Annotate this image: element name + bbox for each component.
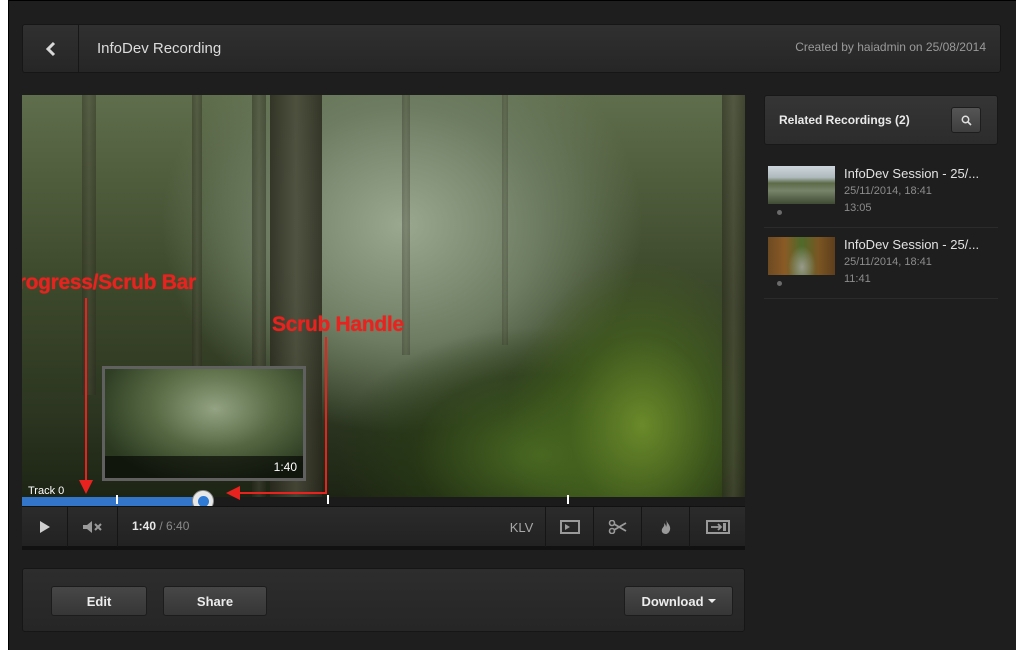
track-label: Track 0 [28,485,65,497]
recording-duration: 13:05 [844,202,872,214]
related-recording-item[interactable]: InfoDev Session - 25/... 25/11/2014, 18:… [764,229,998,299]
download-label: Download [641,593,704,609]
edit-button[interactable]: Edit [51,586,147,616]
current-time: 1:40 [132,519,157,533]
chevron-left-icon [45,41,55,56]
duration: 6:40 [166,519,190,533]
burn-button[interactable] [642,507,690,547]
related-recordings-header: Related Recordings (2) [764,95,998,145]
klv-label: KLV [509,519,534,535]
recording-thumbnail [768,166,835,204]
player-controls: 1:40 / 6:40 KLV [22,506,745,547]
mute-button[interactable] [68,507,118,547]
klv-button[interactable]: KLV [498,507,546,547]
recording-date: 25/11/2014, 18:41 [844,256,932,268]
page-title: InfoDev Recording [97,40,222,57]
progress-bar-annotation: Progress/Scrub Bar [22,271,196,294]
status-dot [777,281,782,286]
time-display: 1:40 / 6:40 [132,519,190,533]
mute-icon [82,521,102,533]
clip-button[interactable] [546,507,594,547]
recording-actions: Edit Share Download [22,568,745,632]
page-header: InfoDev Recording Created by haiadmin on… [22,24,1001,73]
scrub-handle-annotation: Scrub Handle [272,313,404,336]
chapter-marker [327,495,329,504]
play-icon [39,521,50,533]
recording-title: InfoDev Session - 25/... [844,237,980,252]
search-button[interactable] [951,107,981,133]
created-by-meta: Created by haiadmin on 25/08/2014 [795,40,986,54]
video-frame[interactable]: Progress/Scrub Bar Scrub Handle 1:40 Tra… [22,95,745,497]
download-button[interactable]: Download [624,586,733,616]
recording-duration: 11:41 [844,273,871,285]
video-player: Progress/Scrub Bar Scrub Handle 1:40 Tra… [22,95,745,550]
chapter-marker [116,495,118,504]
export-button[interactable] [690,507,745,547]
share-button[interactable]: Share [163,586,267,616]
status-dot [777,210,782,215]
scissors-icon [608,520,626,534]
preview-time: 1:40 [273,460,297,474]
flame-icon [661,520,670,534]
progress-fill [22,497,203,506]
progress-scrub-bar[interactable] [22,490,745,512]
caret-down-icon [707,599,716,603]
search-icon [961,115,972,126]
scrub-preview-thumbnail: 1:40 [102,366,306,481]
export-icon [705,520,730,534]
recording-date: 25/11/2014, 18:41 [844,185,932,197]
play-button[interactable] [22,507,68,547]
related-recordings-title: Related Recordings (2) [779,113,910,127]
chapter-marker [567,495,569,504]
related-recording-item[interactable]: InfoDev Session - 25/... 25/11/2014, 18:… [764,158,998,228]
cut-button[interactable] [594,507,642,547]
recording-title: InfoDev Session - 25/... [844,166,980,181]
clip-icon [559,520,580,534]
back-button[interactable] [23,25,79,72]
recording-thumbnail [768,237,835,275]
